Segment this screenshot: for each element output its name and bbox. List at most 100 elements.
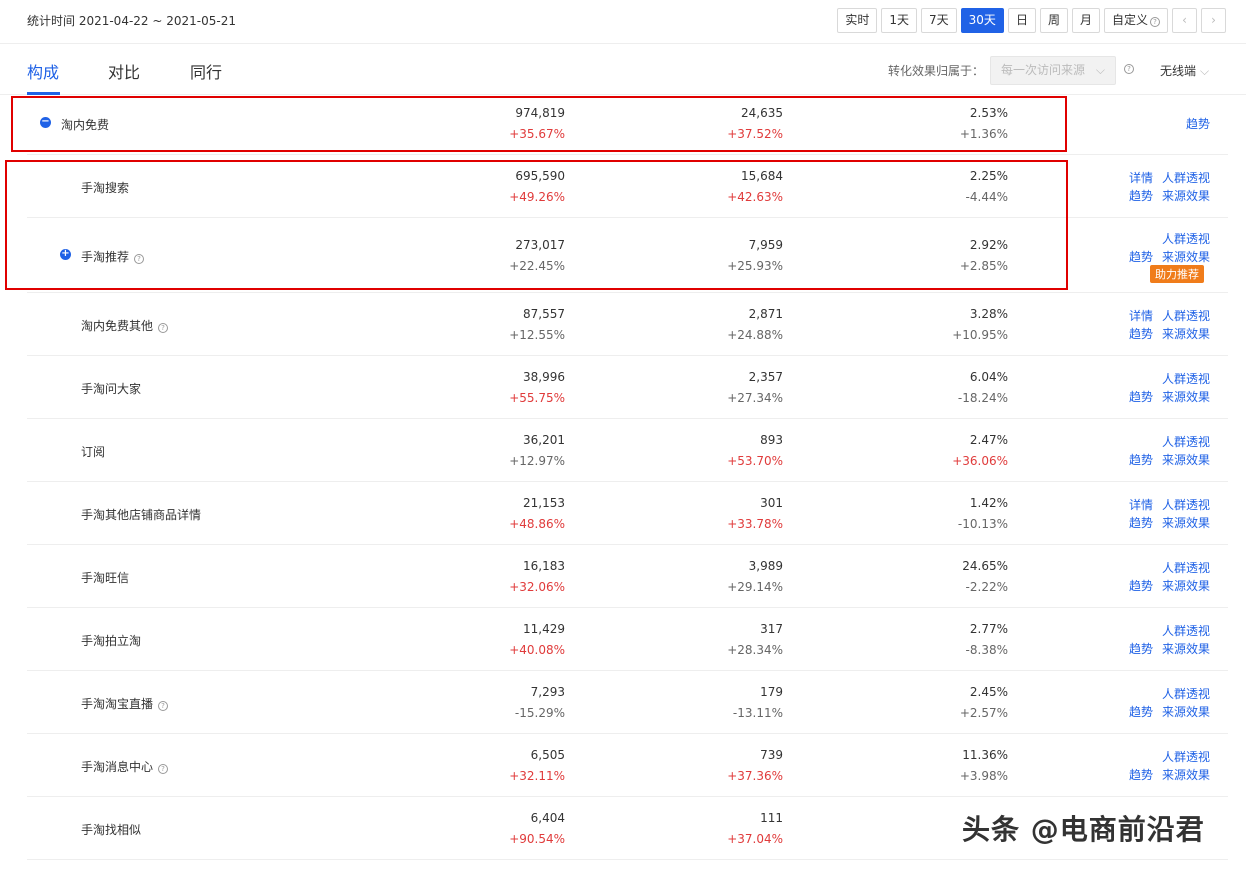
visitors-change: +22.45%: [509, 259, 565, 273]
top-bar: 统计时间 2021-04-22 ~ 2021-05-21 实时 1天 7天 30…: [0, 0, 1246, 44]
buyers-value: 24,635: [741, 106, 783, 120]
buyers-change: +24.88%: [727, 328, 783, 342]
period-custom-button[interactable]: 自定义?: [1103, 8, 1168, 33]
trend-link[interactable]: 趋势: [1129, 766, 1153, 783]
buyers-change: +29.14%: [727, 580, 783, 594]
buyers-change: +42.63%: [727, 190, 783, 204]
buyers-value: 111: [760, 811, 783, 825]
audience-link[interactable]: 人群透视: [1162, 622, 1210, 639]
trend-link[interactable]: 趋势: [1129, 325, 1153, 342]
boost-recommend-badge[interactable]: 助力推荐: [1150, 265, 1204, 283]
source-effect-link[interactable]: 来源效果: [1162, 514, 1210, 531]
audience-link[interactable]: 人群透视: [1162, 307, 1210, 324]
source-effect-link[interactable]: 来源效果: [1162, 766, 1210, 783]
period-30day-button[interactable]: 30天: [960, 8, 1004, 33]
detail-link[interactable]: 详情: [1129, 169, 1153, 186]
source-effect-link[interactable]: 来源效果: [1162, 577, 1210, 594]
conversion-value: 2.45%: [969, 685, 1008, 699]
tab-peer[interactable]: 同行: [190, 59, 222, 83]
trend-link[interactable]: 趋势: [1129, 187, 1153, 204]
source-name: 手淘搜索: [81, 181, 130, 195]
buyers-change: +37.04%: [727, 832, 783, 846]
trend-link[interactable]: 趋势: [1186, 115, 1210, 132]
conversion-change: +2.85%: [959, 259, 1008, 273]
table-row: 淘内免费其他? 87,557 +12.55% 2,871 +24.88% 3.28%…: [27, 293, 1228, 356]
trend-link[interactable]: 趋势: [1129, 248, 1153, 265]
buyers-change: +25.93%: [727, 259, 783, 273]
collapse-icon[interactable]: −: [40, 117, 51, 128]
tab-composition[interactable]: 构成: [27, 59, 59, 83]
period-7day-button[interactable]: 7天: [921, 8, 957, 33]
help-icon: ?: [134, 254, 145, 264]
visitors-change: +12.55%: [509, 328, 565, 342]
period-custom-label: 自定义: [1111, 13, 1148, 27]
attribution-select[interactable]: 每一次访问来源 ⌵: [990, 56, 1116, 85]
audience-link[interactable]: 人群透视: [1162, 748, 1210, 765]
source-name: 手淘旺信: [81, 571, 130, 585]
buyers-value: 3,989: [748, 559, 783, 573]
source-name: 手淘找相似: [81, 823, 142, 837]
period-1day-button[interactable]: 1天: [881, 8, 918, 33]
conversion-change: -4.44%: [965, 190, 1008, 204]
source-effect-link[interactable]: 来源效果: [1162, 640, 1210, 657]
conversion-value: 2.53%: [969, 106, 1008, 120]
conversion-change: +36.06%: [952, 454, 1008, 468]
conversion-change: -8.38%: [965, 643, 1008, 657]
help-icon[interactable]: ?: [1124, 64, 1134, 74]
buyers-value: 15,684: [741, 169, 783, 183]
source-effect-link[interactable]: 来源效果: [1162, 187, 1210, 204]
audience-link[interactable]: 人群透视: [1162, 230, 1210, 247]
visitors-value: 7,293: [530, 685, 565, 699]
visitors-change: +49.26%: [509, 190, 565, 204]
chevron-down-icon: ⌵: [1200, 64, 1210, 78]
audience-link[interactable]: 人群透视: [1162, 169, 1210, 186]
source-effect-link[interactable]: 来源效果: [1162, 388, 1210, 405]
expand-icon[interactable]: +: [60, 249, 71, 260]
stat-time-range: 统计时间 2021-04-22 ~ 2021-05-21: [27, 14, 236, 28]
buyers-value: 2,357: [748, 370, 783, 384]
row-actions: 详情 人群透视 趋势 来源效果: [1117, 307, 1211, 347]
trend-link[interactable]: 趋势: [1129, 451, 1153, 468]
detail-link[interactable]: 详情: [1129, 307, 1153, 324]
conversion-value: 2.47%: [969, 433, 1008, 447]
buyers-value: 179: [760, 685, 783, 699]
source-effect-link[interactable]: 来源效果: [1162, 325, 1210, 342]
detail-link[interactable]: 详情: [1129, 496, 1153, 513]
audience-link[interactable]: 人群透视: [1162, 496, 1210, 513]
buyers-value: 317: [760, 622, 783, 636]
buyers-value: 739: [760, 748, 783, 762]
table-row: 手淘消息中心? 6,505 +32.11% 739 +37.36% 11.36% +3…: [27, 734, 1228, 797]
prev-period-button[interactable]: ‹: [1172, 8, 1197, 33]
audience-link[interactable]: 人群透视: [1162, 685, 1210, 702]
trend-link[interactable]: 趋势: [1129, 514, 1153, 531]
audience-link[interactable]: 人群透视: [1162, 370, 1210, 387]
visitors-value: 6,505: [530, 748, 565, 762]
audience-link[interactable]: 人群透视: [1162, 559, 1210, 576]
trend-link[interactable]: 趋势: [1129, 703, 1153, 720]
trend-link[interactable]: 趋势: [1129, 577, 1153, 594]
source-effect-link[interactable]: 来源效果: [1162, 703, 1210, 720]
visitors-change: +48.86%: [509, 517, 565, 531]
trend-link[interactable]: 趋势: [1129, 388, 1153, 405]
help-icon: ?: [1150, 17, 1160, 27]
period-month-button[interactable]: 月: [1071, 8, 1100, 33]
visitors-change: +40.08%: [509, 643, 565, 657]
device-select[interactable]: 无线端 ⌵: [1160, 62, 1209, 79]
next-period-button[interactable]: ›: [1201, 8, 1226, 33]
row-actions: 人群透视 趋势 来源效果: [1117, 685, 1211, 725]
visitors-change: -15.29%: [514, 706, 565, 720]
period-day-button[interactable]: 日: [1007, 8, 1036, 33]
chevron-down-icon: ⌵: [1095, 63, 1105, 77]
table-row: 手淘旺信 16,183 +32.06% 3,989 +29.14% 24.65% -2…: [27, 545, 1228, 608]
conversion-value: 2.25%: [969, 169, 1008, 183]
trend-link[interactable]: 趋势: [1129, 640, 1153, 657]
period-week-button[interactable]: 周: [1039, 8, 1068, 33]
source-effect-link[interactable]: 来源效果: [1162, 248, 1210, 265]
table-row: − 淘内免费 974,819 +35.67% 24,635 +37.52% 2.53…: [27, 92, 1228, 155]
tab-compare[interactable]: 对比: [108, 59, 140, 83]
buyers-value: 7,959: [748, 238, 783, 252]
audience-link[interactable]: 人群透视: [1162, 433, 1210, 450]
source-effect-link[interactable]: 来源效果: [1162, 451, 1210, 468]
buyers-change: +27.34%: [727, 391, 783, 405]
period-realtime-button[interactable]: 实时: [837, 8, 878, 33]
